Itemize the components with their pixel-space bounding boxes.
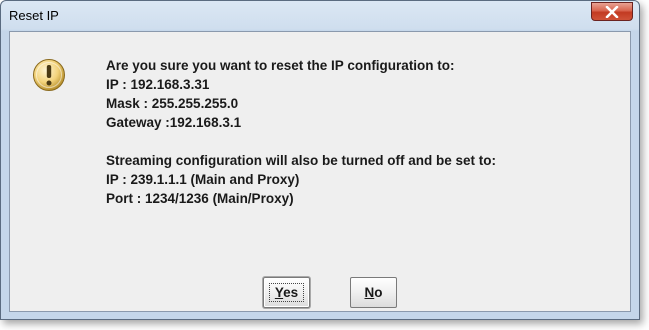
message-mask: Mask : 255.255.255.0 <box>106 96 239 111</box>
no-mnemonic: N <box>364 285 375 300</box>
no-label: o <box>374 285 383 300</box>
confirmation-message: Are you sure you want to reset the IP co… <box>106 56 626 208</box>
message-ip: IP : 192.168.3.31 <box>106 77 210 92</box>
yes-mnemonic: Y <box>274 285 284 300</box>
message-question: Are you sure you want to reset the IP co… <box>106 58 455 73</box>
no-button[interactable]: No <box>350 277 397 308</box>
focus-indicator: Yes <box>268 283 305 302</box>
title-bar[interactable]: Reset IP <box>1 1 639 31</box>
message-streaming-port: Port : 1234/1236 (Main/Proxy) <box>106 191 294 206</box>
window-title: Reset IP <box>9 8 59 23</box>
close-button[interactable] <box>591 2 633 21</box>
reset-ip-dialog: Reset IP Are you sure you want to reset … <box>0 0 640 320</box>
message-gateway: Gateway :192.168.3.1 <box>106 115 242 130</box>
message-streaming-notice: Streaming configuration will also be tur… <box>106 153 497 168</box>
close-icon <box>605 5 619 18</box>
message-spacer <box>106 132 626 151</box>
warning-icon <box>33 59 65 91</box>
yes-label: es <box>283 285 299 300</box>
message-streaming-ip: IP : 239.1.1.1 (Main and Proxy) <box>106 172 300 187</box>
dialog-content: Are you sure you want to reset the IP co… <box>9 31 631 312</box>
yes-button[interactable]: Yes <box>263 277 310 308</box>
